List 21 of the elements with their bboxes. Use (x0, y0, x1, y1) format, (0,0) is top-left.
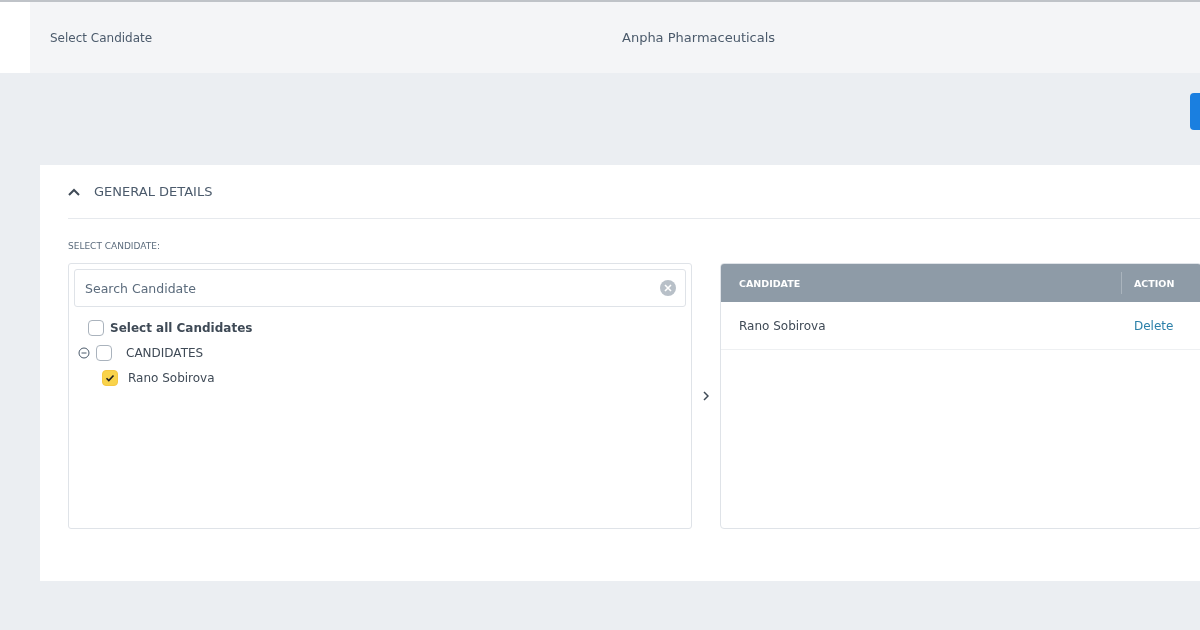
action-button[interactable] (1190, 93, 1200, 130)
checkmark-icon (105, 372, 115, 383)
checkbox[interactable] (102, 369, 118, 386)
field-label: SELECT CANDIDATE: (68, 241, 161, 251)
search-field[interactable]: Search Candidate (74, 269, 686, 307)
checkbox[interactable] (96, 344, 112, 361)
clear-icon[interactable] (660, 280, 676, 296)
chevron-right-icon[interactable] (703, 391, 709, 401)
group-label: CANDIDATES (126, 345, 204, 360)
chevron-icon (68, 187, 80, 196)
collapse-icon[interactable] (78, 346, 90, 359)
delete-link[interactable]: Delete (1121, 318, 1174, 333)
column-header: ACTION (1121, 272, 1175, 294)
section-header[interactable]: GENERAL DETAILS (68, 165, 1200, 219)
checkbox[interactable] (88, 319, 104, 336)
table-cell-text: Rano Sobirova (738, 318, 827, 333)
candidate-name: Rano Sobirova (128, 370, 215, 385)
column-header: CANDIDATE (738, 277, 802, 289)
select-all-label: Select all Candidates (110, 320, 253, 335)
page-title: Select Candidate (50, 30, 153, 45)
company-name: Anpha Pharmaceuticals (622, 30, 776, 45)
